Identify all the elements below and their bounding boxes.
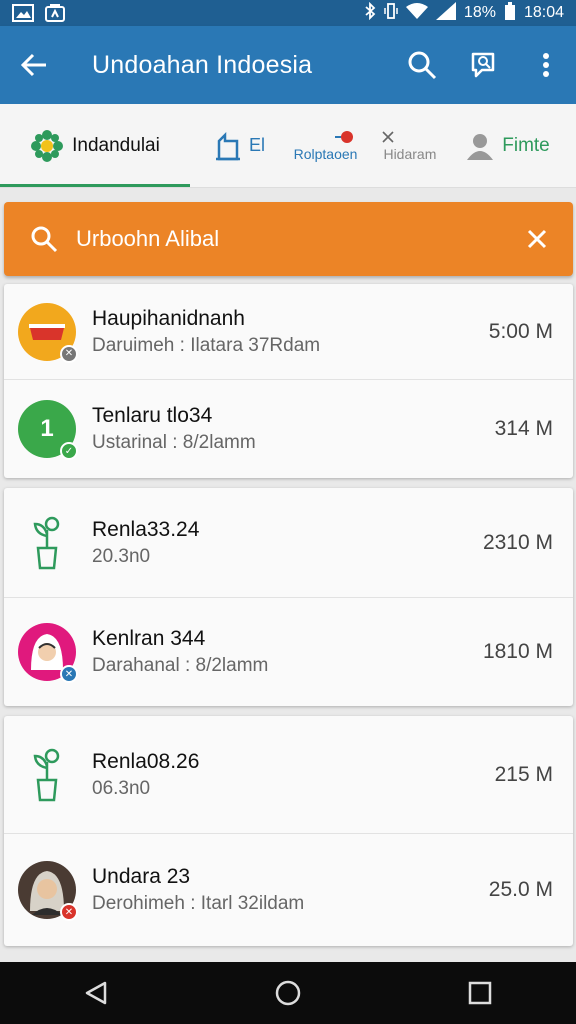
tab-label-secondary: Hidaram — [383, 145, 437, 162]
avatar: 1 ✓ — [18, 400, 78, 460]
result-card: Renla33.24 20.3n0 2310 M ✕ Kenlran 344 D… — [4, 488, 573, 706]
nav-back-button[interactable] — [76, 973, 116, 1013]
tool-badge-icon: ✕ — [60, 665, 78, 683]
item-name: Renla08.26 — [92, 749, 200, 773]
search-chat-icon — [471, 52, 495, 78]
app-logo-icon: 1 — [40, 415, 54, 442]
nav-home-button[interactable] — [268, 973, 308, 1013]
item-subtitle: Darahanal : 8/2lamm — [92, 655, 269, 676]
tab-fimte[interactable]: Fimte — [440, 104, 576, 187]
back-button[interactable] — [14, 45, 54, 85]
tab-indandulai[interactable]: Indandulai — [0, 104, 190, 187]
list-item[interactable]: Renla33.24 20.3n0 2310 M — [4, 488, 573, 598]
plant-icon — [33, 516, 60, 569]
person-icon — [467, 133, 494, 160]
page-title: Undoahan Indoesia — [92, 50, 313, 79]
result-card: ✕ Haupihanidnanh Daruimeh : Ilatara 37Rd… — [4, 284, 573, 478]
vibrate-icon — [384, 2, 398, 25]
clear-search-button[interactable] — [517, 219, 557, 259]
battery-percent: 18% — [463, 4, 496, 21]
item-name: Tenlaru tlo34 — [92, 404, 213, 427]
avatar: ✕ — [18, 623, 78, 683]
item-size: 2310 M — [482, 530, 553, 554]
clock: 18:04 — [523, 4, 564, 21]
list-item[interactable]: Renla08.26 06.3n0 215 M — [4, 716, 573, 834]
search-icon — [408, 51, 437, 80]
item-subtitle: Ustarinal : 8/2lamm — [92, 432, 256, 453]
overflow-menu-button[interactable] — [526, 45, 566, 85]
item-size: 5:00 M — [488, 319, 553, 343]
item-size: 1810 M — [482, 640, 553, 663]
system-nav-bar — [0, 962, 576, 1024]
search-query[interactable]: Urboohn Alibal — [76, 226, 517, 252]
status-bar: 18% 18:04 — [0, 0, 576, 26]
record-icon — [335, 130, 353, 143]
search-icon — [31, 226, 58, 253]
list-item[interactable]: ✕ Undara 23 Derohimeh : Itarl 32ildam 25… — [4, 834, 573, 946]
gallery-notification-icon — [12, 4, 34, 22]
result-card: Renla08.26 06.3n0 215 M ✕ Undara 23 Dero… — [4, 716, 573, 946]
item-size: 25.0 M — [488, 878, 553, 901]
list-item[interactable]: 1 ✓ Tenlaru tlo34 Ustarinal : 8/2lamm 31… — [4, 380, 573, 478]
close-icon — [527, 229, 547, 249]
bowl-icon — [29, 323, 65, 340]
avatar — [18, 746, 76, 804]
item-name: Haupihanidnanh — [92, 306, 245, 330]
document-icon — [215, 131, 240, 160]
nav-recents-button[interactable] — [460, 973, 500, 1013]
tool-badge-icon: ✕ — [60, 344, 78, 363]
tool-badge-icon: ✓ — [60, 442, 78, 460]
plant-icon — [33, 748, 60, 801]
item-name: Undara 23 — [92, 865, 191, 888]
tab-el[interactable]: El — [190, 104, 290, 187]
item-name: Renla33.24 — [92, 517, 200, 541]
tab-label: El — [248, 135, 265, 155]
square-recents-icon — [468, 981, 492, 1005]
item-subtitle: Daruimeh : Ilatara 37Rdam — [92, 334, 321, 356]
triangle-back-icon — [85, 981, 107, 1005]
list-item[interactable]: ✕ Haupihanidnanh Daruimeh : Ilatara 37Rd… — [4, 284, 573, 380]
item-subtitle: Derohimeh : Itarl 32ildam — [92, 893, 305, 914]
search-chat-button[interactable] — [464, 45, 504, 85]
item-size: 215 M — [494, 762, 553, 786]
item-subtitle: 06.3n0 — [92, 777, 151, 799]
tab-label: Fimte — [502, 134, 550, 156]
avatar — [18, 514, 76, 572]
search-bar[interactable]: Urboohn Alibal — [4, 202, 573, 276]
store-notification-icon — [44, 4, 66, 22]
item-size: 314 M — [494, 417, 553, 440]
close-icon — [382, 130, 394, 143]
avatar: ✕ — [18, 302, 78, 363]
tab-bar: Indandulai El Rolptaoen Hidaram Fimte — [0, 104, 576, 188]
list-item[interactable]: ✕ Kenlran 344 Darahanal : 8/2lamm 1810 M — [4, 598, 573, 706]
tool-badge-icon: ✕ — [60, 903, 78, 921]
battery-icon — [504, 1, 516, 25]
app-bar: Undoahan Indoesia — [0, 26, 576, 104]
tab-label: Rolptaoen — [293, 145, 358, 162]
tab-label: Indandulai — [72, 134, 160, 156]
avatar: ✕ — [18, 861, 78, 921]
item-name: Kenlran 344 — [92, 627, 206, 650]
flower-icon — [31, 129, 64, 162]
search-button[interactable] — [402, 45, 442, 85]
wifi-icon — [405, 2, 428, 25]
signal-icon — [435, 1, 456, 25]
circle-home-icon — [275, 980, 301, 1006]
tab-rolptaoen[interactable]: Rolptaoen Hidaram — [290, 104, 440, 187]
item-subtitle: 20.3n0 — [92, 545, 151, 567]
arrow-back-icon — [20, 53, 46, 77]
bluetooth-icon — [364, 1, 376, 25]
more-vert-icon — [543, 53, 549, 77]
